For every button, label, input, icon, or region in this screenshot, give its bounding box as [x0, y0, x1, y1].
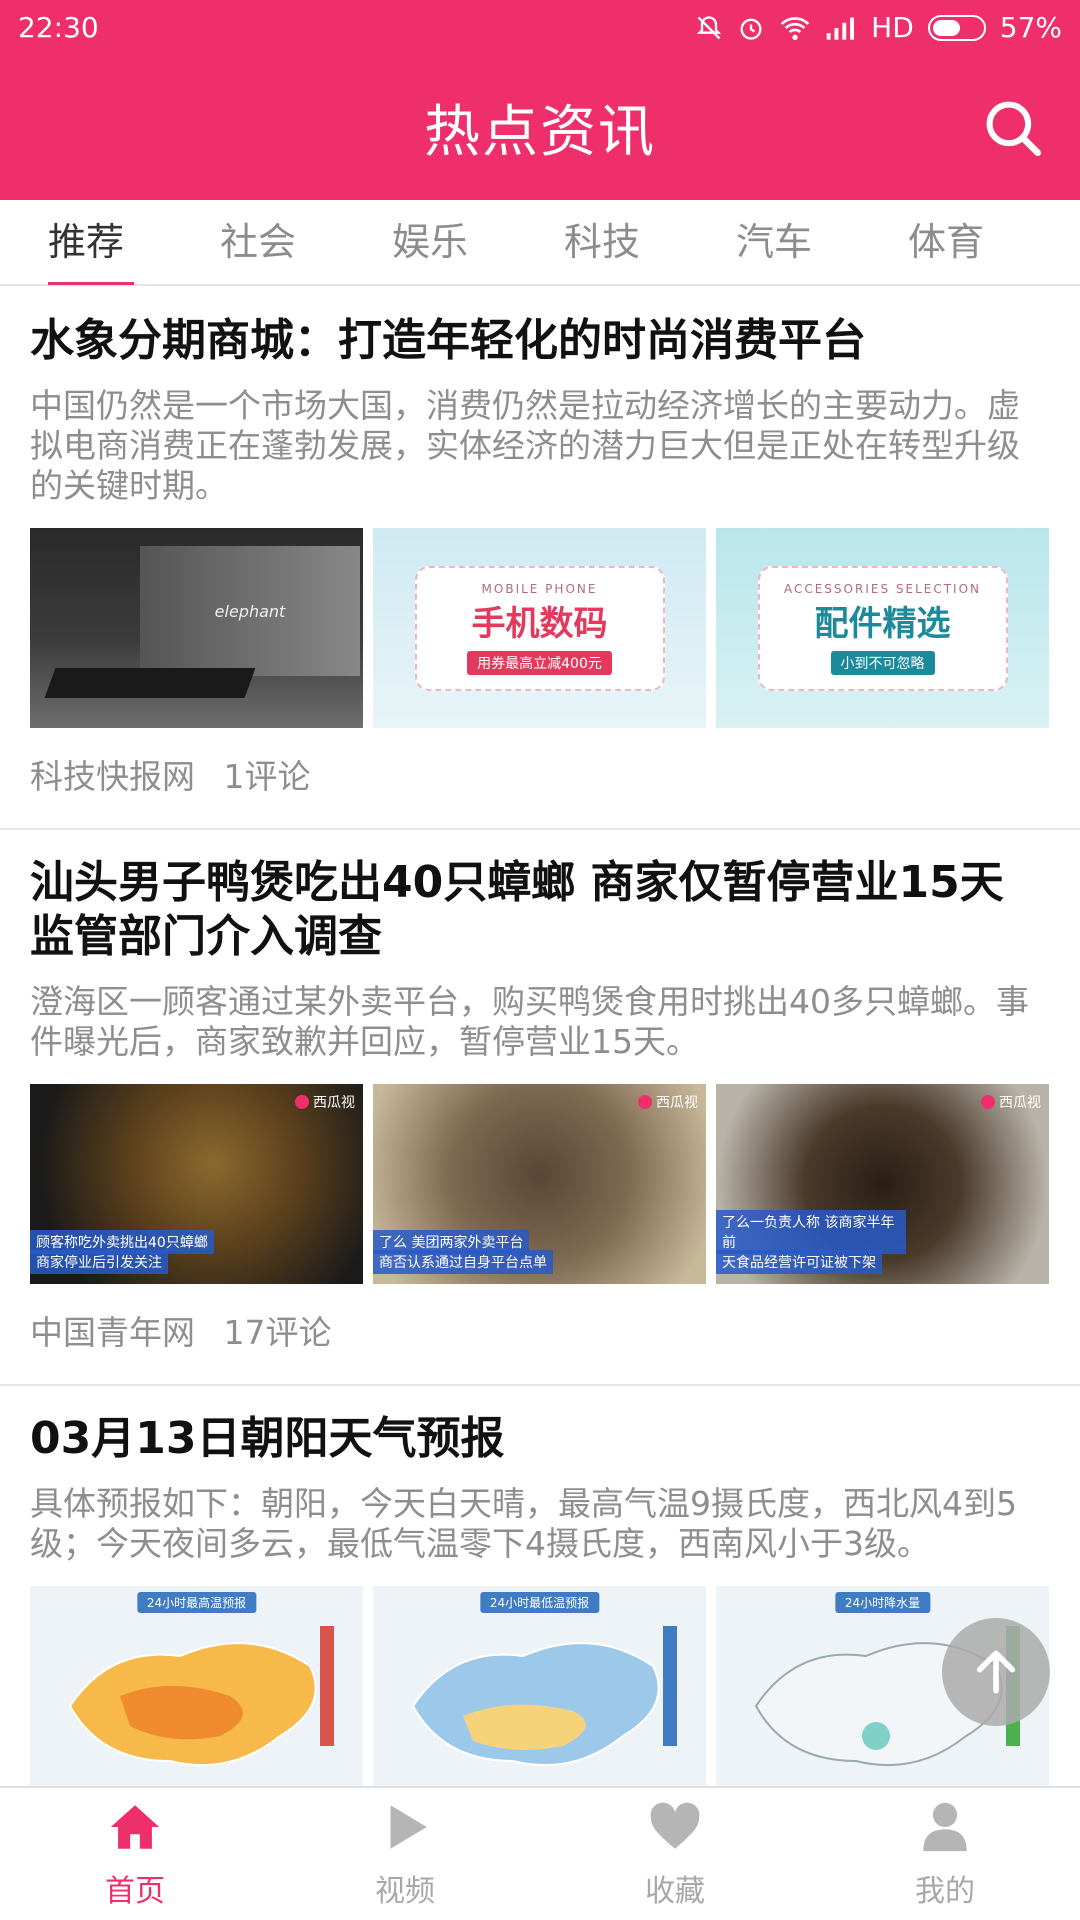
- tab-entertainment[interactable]: 娱乐: [344, 199, 516, 285]
- map-title: 24小时最高温预报: [136, 1592, 257, 1613]
- ad-en-text: MOBILE PHONE: [481, 581, 598, 596]
- nav-home[interactable]: 首页: [0, 1788, 270, 1920]
- app-bar: 热点资讯: [0, 55, 1080, 200]
- user-icon: [923, 1802, 967, 1852]
- news-item[interactable]: 汕头男子鸭煲吃出40只蟑螂 商家仅暂停营业15天 监管部门介入调查 澄海区一顾客…: [0, 830, 1080, 1386]
- ad-card: MOBILE PHONE 手机数码 用券最高立减400元: [414, 565, 665, 691]
- news-summary: 中国仍然是一个市场大国，消费仍然是拉动经济增长的主要动力。虚拟电商消费正在蓬勃发…: [30, 386, 1020, 505]
- video-caption: 了么一负责人称 该商家半年前: [716, 1210, 906, 1254]
- arrow-up-icon: [976, 1650, 1016, 1694]
- tab-recommend[interactable]: 推荐: [0, 199, 172, 285]
- video-watermark: 西瓜视: [295, 1092, 355, 1112]
- wifi-icon: [780, 16, 810, 40]
- ad-cn-text: 手机数码: [471, 603, 608, 644]
- news-thumbnail[interactable]: 西瓜视 顾客称吃外卖挑出40只蟑螂 商家停业后引发关注: [30, 1084, 363, 1284]
- search-icon[interactable]: [980, 95, 1046, 161]
- tab-auto[interactable]: 汽车: [688, 199, 860, 285]
- video-caption: 商家停业后引发关注: [30, 1250, 168, 1274]
- nav-video[interactable]: 视频: [270, 1788, 540, 1920]
- news-comments: 17评论: [223, 1313, 332, 1352]
- video-watermark: 西瓜视: [981, 1092, 1041, 1112]
- tab-society[interactable]: 社会: [172, 199, 344, 285]
- news-source: 中国青年网: [30, 1313, 195, 1352]
- play-icon: [390, 1805, 427, 1849]
- battery-icon: [927, 14, 986, 41]
- nav-favorites[interactable]: 收藏: [540, 1788, 810, 1920]
- signal-icon: [826, 17, 855, 40]
- nav-profile[interactable]: 我的: [810, 1788, 1080, 1920]
- ad-en-text: ACCESSORIES SELECTION: [783, 581, 982, 596]
- news-source: 科技快报网: [30, 757, 195, 796]
- ad-tag: 用券最高立减400元: [467, 650, 612, 675]
- nav-favorites-label: 收藏: [645, 1874, 705, 1909]
- news-images: 西瓜视 顾客称吃外卖挑出40只蟑螂 商家停业后引发关注 西瓜视 了么 美团两家外…: [30, 1084, 1050, 1284]
- weather-map: [68, 1626, 334, 1767]
- map-title: 24小时最低温预报: [479, 1592, 600, 1613]
- status-icons: HD 57%: [695, 11, 1062, 44]
- news-meta: 中国青年网 17评论: [30, 1306, 1050, 1384]
- news-thumbnail[interactable]: 24小时最低温预报: [373, 1586, 706, 1786]
- news-meta: 科技快报网 1评论: [30, 750, 1050, 828]
- office-table: [44, 668, 256, 698]
- office-wall-sign: elephant: [140, 546, 360, 676]
- heart-icon: [650, 1802, 700, 1849]
- news-title[interactable]: 水象分期商城：打造年轻化的时尚消费平台: [30, 314, 1050, 368]
- nav-home-label: 首页: [105, 1874, 165, 1909]
- news-summary: 具体预报如下：朝阳，今天白天晴，最高气温9摄氏度，西北风4到5级；今天夜间多云，…: [30, 1484, 1017, 1563]
- category-tabs: 推荐 社会 娱乐 科技 汽车 体育: [0, 200, 1080, 286]
- news-title[interactable]: 03月13日朝阳天气预报: [30, 1412, 1050, 1466]
- app-title: 热点资讯: [424, 100, 656, 165]
- news-title[interactable]: 汕头男子鸭煲吃出40只蟑螂 商家仅暂停营业15天 监管部门介入调查: [30, 856, 1050, 964]
- back-to-top-button[interactable]: [942, 1618, 1050, 1726]
- home-icon: [110, 1805, 160, 1849]
- weather-map: [411, 1626, 677, 1767]
- news-item[interactable]: 03月13日朝阳天气预报 具体预报如下：朝阳，今天白天晴，最高气温9摄氏度，西北…: [0, 1386, 1080, 1786]
- news-feed[interactable]: 水象分期商城：打造年轻化的时尚消费平台 中国仍然是一个市场大国，消费仍然是拉动经…: [0, 288, 1080, 1786]
- news-item[interactable]: 水象分期商城：打造年轻化的时尚消费平台 中国仍然是一个市场大国，消费仍然是拉动经…: [0, 288, 1080, 830]
- video-caption: 天食品经营许可证被下架: [716, 1250, 882, 1274]
- video-watermark: 西瓜视: [638, 1092, 698, 1112]
- ad-cn-text: 配件精选: [814, 603, 951, 644]
- status-bar: 22:30 HD 57%: [0, 0, 1080, 55]
- news-images: elephant MOBILE PHONE 手机数码 用券最高立减400元 AC…: [30, 528, 1050, 728]
- bottom-navigation: 首页 视频 收藏 我的: [0, 1786, 1080, 1920]
- nav-video-label: 视频: [375, 1874, 435, 1909]
- news-thumbnail[interactable]: MOBILE PHONE 手机数码 用券最高立减400元: [373, 528, 706, 728]
- news-thumbnail[interactable]: elephant: [30, 528, 363, 728]
- news-thumbnail[interactable]: 24小时最高温预报: [30, 1586, 363, 1786]
- ad-card: ACCESSORIES SELECTION 配件精选 小到不可忽略: [757, 565, 1008, 691]
- news-images: 24小时最高温预报 24小时最低温预报 24小时降水量: [30, 1586, 1050, 1786]
- map-title: 24小时降水量: [834, 1592, 931, 1613]
- news-summary: 澄海区一顾客通过某外卖平台，购买鸭煲食用时挑出40多只蟑螂。事件曝光后，商家致歉…: [30, 982, 1029, 1061]
- ad-tag: 小到不可忽略: [830, 650, 935, 675]
- nav-profile-label: 我的: [915, 1874, 975, 1909]
- battery-percent: 57%: [999, 11, 1062, 44]
- news-comments: 1评论: [223, 757, 311, 796]
- news-thumbnail[interactable]: 西瓜视 了么 美团两家外卖平台 商否认系通过自身平台点单: [373, 1084, 706, 1284]
- news-thumbnail[interactable]: ACCESSORIES SELECTION 配件精选 小到不可忽略: [716, 528, 1049, 728]
- video-caption: 商否认系通过自身平台点单: [373, 1250, 553, 1274]
- mute-icon: [696, 15, 722, 39]
- tab-tech[interactable]: 科技: [516, 199, 688, 285]
- alarm-icon: [740, 18, 762, 40]
- network-type: HD: [871, 11, 914, 44]
- news-thumbnail[interactable]: 西瓜视 了么一负责人称 该商家半年前 天食品经营许可证被下架: [716, 1084, 1049, 1284]
- status-time: 22:30: [18, 11, 99, 44]
- tab-sports[interactable]: 体育: [860, 199, 1032, 285]
